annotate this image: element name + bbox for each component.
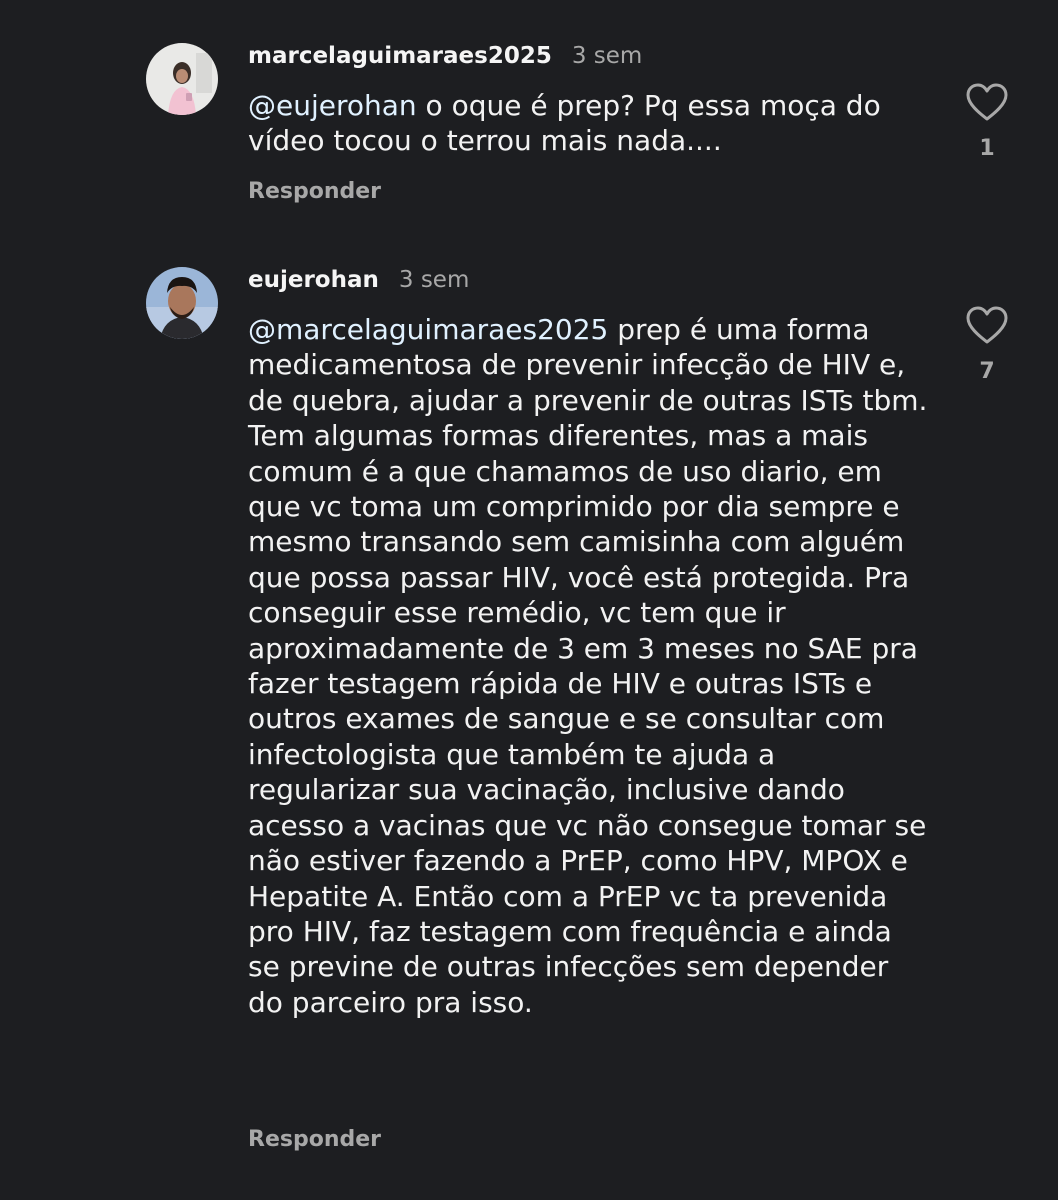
avatar-photo bbox=[146, 267, 218, 339]
like-control: 1 bbox=[964, 82, 1010, 161]
avatar[interactable] bbox=[146, 267, 218, 339]
username[interactable]: marcelaguimaraes2025 bbox=[248, 43, 552, 69]
like-count: 7 bbox=[979, 359, 995, 384]
username[interactable]: eujerohan bbox=[248, 267, 379, 293]
comment-author[interactable]: eujerohan 3 sem bbox=[248, 267, 469, 293]
like-count: 1 bbox=[979, 136, 995, 161]
timestamp: 3 sem bbox=[571, 43, 643, 69]
avatar[interactable] bbox=[146, 43, 218, 115]
timestamp: 3 sem bbox=[398, 267, 470, 293]
heart-outline-icon[interactable] bbox=[964, 82, 1010, 122]
comment-text: @eujerohan o oque é prep? Pq essa moça d… bbox=[248, 88, 928, 159]
comment-text: @marcelaguimaraes2025 prep é uma forma m… bbox=[248, 312, 928, 1020]
mention-link[interactable]: @marcelaguimaraes2025 bbox=[248, 313, 608, 346]
heart-outline-icon[interactable] bbox=[964, 305, 1010, 345]
avatar-photo bbox=[146, 43, 218, 115]
reply-button[interactable]: Responder bbox=[248, 1127, 381, 1152]
comment-body: prep é uma forma medicamentosa de preven… bbox=[248, 313, 928, 1019]
comment-author[interactable]: marcelaguimaraes2025 3 sem bbox=[248, 43, 642, 69]
mention-link[interactable]: @eujerohan bbox=[248, 89, 417, 122]
like-control: 7 bbox=[964, 305, 1010, 384]
reply-button[interactable]: Responder bbox=[248, 179, 381, 204]
